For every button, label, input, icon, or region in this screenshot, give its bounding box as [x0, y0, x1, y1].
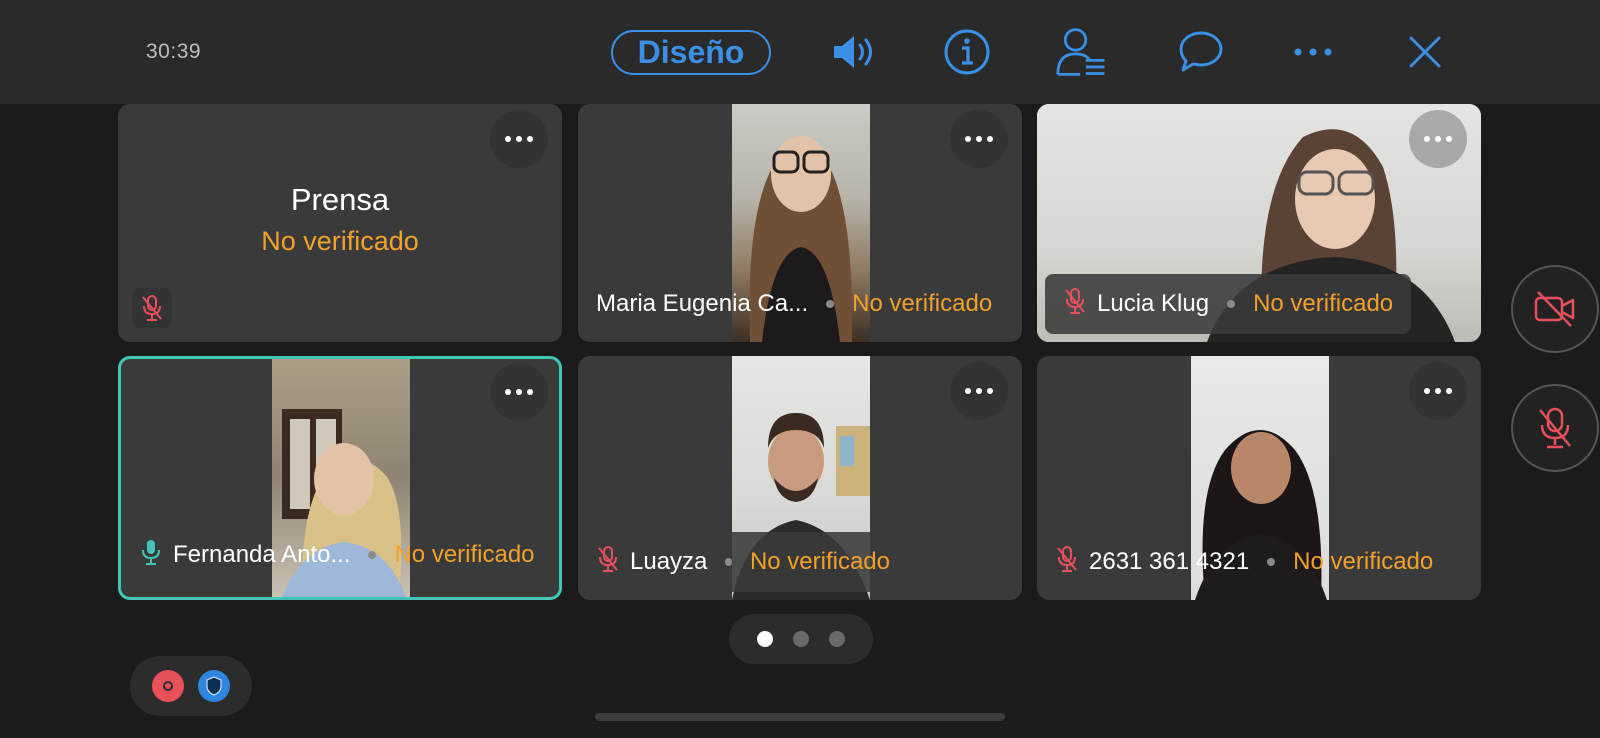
info-icon[interactable]	[939, 24, 995, 80]
call-timer: 30:39	[146, 40, 202, 63]
home-indicator[interactable]	[595, 713, 1005, 721]
tile-more-button[interactable]	[490, 110, 548, 168]
participant-name: 2631 361 4321	[1089, 548, 1250, 575]
verification-status: No verificado	[261, 226, 419, 256]
separator-dot	[368, 551, 377, 559]
page-indicator[interactable]	[729, 614, 873, 664]
recording-icon	[152, 670, 184, 702]
tile-more-button[interactable]	[490, 363, 548, 421]
participant-namebar: Fernanda Anto... No verificado	[121, 525, 553, 585]
separator-dot	[826, 300, 835, 308]
separator-dot	[1267, 558, 1276, 566]
mic-muted-icon	[1539, 407, 1571, 449]
participant-name: Prensa	[290, 182, 390, 217]
verification-status: No verificado	[749, 548, 890, 575]
participant-tile[interactable]: Lucia Klug No verificado	[1037, 104, 1481, 342]
meeting-status-pill[interactable]	[130, 656, 252, 716]
mic-off-button[interactable]	[1511, 384, 1599, 472]
more-icon[interactable]	[1285, 24, 1341, 80]
participant-tile[interactable]: Luayza No verificado	[578, 356, 1022, 600]
page-dot[interactable]	[793, 631, 809, 647]
participant-tile[interactable]: Maria Eugenia Ca... No verificado	[578, 104, 1022, 342]
separator-dot	[725, 558, 732, 566]
mic-active-icon	[139, 538, 163, 573]
close-icon[interactable]	[1397, 24, 1453, 80]
top-bar: 30:39 Diseño	[0, 0, 1600, 104]
shield-icon	[198, 670, 230, 702]
tile-more-button[interactable]	[950, 110, 1008, 168]
tile-more-button[interactable]	[1409, 362, 1467, 420]
mic-muted-icon	[596, 545, 620, 580]
participant-name: Fernanda Anto...	[173, 541, 351, 568]
participant-tile[interactable]: 2631 361 4321 No verificado	[1037, 356, 1481, 600]
page-dot[interactable]	[829, 631, 845, 647]
page-dot-active[interactable]	[757, 631, 773, 647]
layout-button[interactable]: Diseño	[611, 30, 771, 75]
verification-status: No verificado	[1293, 548, 1434, 575]
verification-status: No verificado	[394, 541, 535, 568]
camera-off-icon	[1534, 291, 1575, 327]
speaker-icon[interactable]	[825, 24, 881, 80]
chat-icon[interactable]	[1173, 24, 1229, 80]
verification-status: No verificado	[1253, 290, 1394, 317]
separator-dot	[1227, 300, 1236, 308]
participant-namebar: Luayza No verificado	[578, 532, 908, 592]
mic-muted-icon	[1055, 545, 1079, 580]
participant-namebar: 2631 361 4321 No verificado	[1037, 532, 1451, 592]
mic-muted-icon	[1063, 287, 1087, 322]
participant-tile-active[interactable]: Fernanda Anto... No verificado	[118, 356, 562, 600]
participant-name: Maria Eugenia Ca...	[596, 290, 809, 317]
verification-status: No verificado	[852, 290, 993, 317]
tile-more-button[interactable]	[1409, 110, 1467, 168]
participant-name: Lucia Klug	[1097, 290, 1210, 317]
camera-off-button[interactable]	[1511, 265, 1599, 353]
participant-namebar: Maria Eugenia Ca... No verificado	[578, 274, 1010, 334]
tile-more-button[interactable]	[950, 362, 1008, 420]
participants-icon[interactable]	[1055, 24, 1111, 80]
mic-muted-icon	[132, 288, 172, 328]
participant-namebar: Lucia Klug No verificado	[1045, 274, 1412, 334]
participant-tile[interactable]: Prensa No verificado	[118, 104, 562, 342]
participant-name: Luayza	[630, 548, 708, 575]
